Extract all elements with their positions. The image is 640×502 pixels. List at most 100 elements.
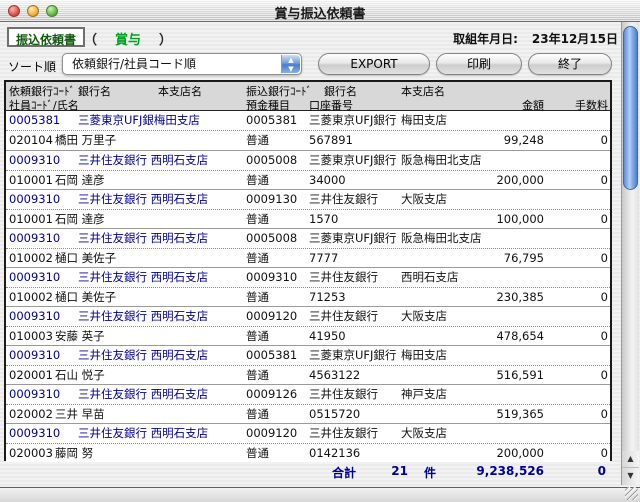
account-type: 普通	[246, 131, 269, 150]
employee-code: 020003	[9, 444, 53, 463]
amount: 516,591	[426, 366, 544, 385]
fee: 0	[554, 288, 608, 307]
employee-code: 020104	[9, 131, 53, 150]
trf-bank-name: 三菱東京UFJ銀行	[309, 346, 396, 365]
employee-name: 橋田 万里子	[55, 131, 116, 150]
trf-branch-name: 阪急梅田北支店	[401, 151, 482, 170]
employee-name: 石岡 達彦	[55, 171, 105, 190]
quit-button[interactable]: 終了	[528, 53, 612, 75]
employee-name: 樋口 美佐子	[55, 288, 116, 307]
trf-bank-name: 三井住友銀行	[309, 424, 378, 443]
req-bank-code: 0009310	[9, 190, 60, 209]
processing-date: 取組年月日: 23年12月15日	[453, 30, 618, 47]
amount: 230,385	[426, 288, 544, 307]
account-number: 1570	[309, 210, 338, 229]
trf-bank-name: 三井住友銀行	[309, 268, 378, 287]
employee-code: 020002	[9, 405, 53, 424]
print-button[interactable]: 印刷	[436, 53, 522, 75]
account-type: 普通	[246, 327, 269, 346]
table-row[interactable]: 0009310 三井住友銀行 西明石支店 0009310 三井住友銀行 西明石支…	[6, 267, 610, 306]
employee-code: 010002	[9, 249, 53, 268]
title-bar[interactable]: 賞与振込依頼書	[0, 0, 640, 22]
amount: 76,795	[426, 249, 544, 268]
account-type: 普通	[246, 444, 269, 463]
trf-bank-code: 0009120	[246, 424, 297, 443]
employee-name: 樋口 美佐子	[55, 249, 116, 268]
trf-bank-name: 三菱東京UFJ銀行	[309, 111, 396, 130]
trf-bank-code: 0009130	[246, 190, 297, 209]
req-bank-name: 三井住友銀行 西明石支店	[78, 346, 208, 365]
trf-branch-name: 神戸支店	[401, 385, 447, 404]
sort-order-select[interactable]: 依頼銀行/社員コード順 ▲▼	[62, 53, 302, 75]
total-amount: 9,238,526	[430, 464, 544, 478]
employee-name: 石山 悦子	[55, 366, 105, 385]
total-count: 21	[386, 464, 408, 478]
scroll-up-icon[interactable]: ▲	[622, 451, 639, 468]
account-type: 普通	[246, 171, 269, 190]
req-bank-code: 0009310	[9, 346, 60, 365]
employee-code: 010003	[9, 327, 53, 346]
trf-branch-name: 大阪支店	[401, 424, 447, 443]
req-bank-code: 0009310	[9, 268, 60, 287]
account-number: 7777	[309, 249, 338, 268]
fee: 0	[554, 171, 608, 190]
table-row[interactable]: 0009310 三井住友銀行 西明石支店 0005008 三菱東京UFJ銀行 阪…	[6, 150, 610, 189]
account-number: 41950	[309, 327, 346, 346]
doc-type-label: 振込依頼書	[7, 27, 85, 47]
date-value: 23年12月15日	[532, 32, 618, 46]
trf-branch-name: 梅田支店	[401, 346, 447, 365]
paren-close: ）	[159, 33, 172, 48]
scrollbar-buttons: ▲ ▼	[621, 451, 639, 485]
total-fee: 0	[556, 464, 606, 478]
vertical-scrollbar[interactable]	[621, 22, 639, 451]
amount: 200,000	[426, 171, 544, 190]
account-number: 0515720	[309, 405, 360, 424]
employee-code: 010002	[9, 288, 53, 307]
req-bank-name: 三井住友銀行 西明石支店	[78, 190, 208, 209]
resize-grip[interactable]	[625, 487, 638, 500]
trf-bank-name: 三井住友銀行	[309, 190, 378, 209]
amount: 200,000	[426, 444, 544, 463]
trf-branch-name: 西明石支店	[401, 268, 459, 287]
window-title: 賞与振込依頼書	[0, 3, 640, 22]
trf-bank-code: 0005381	[246, 346, 297, 365]
total-row: 合計 21 件 9,238,526 0	[0, 464, 612, 482]
req-bank-name: 三井住友銀行 西明石支店	[78, 385, 208, 404]
table-row[interactable]: 0005381 三菱東京UFJ銀梅田支店 0005381 三菱東京UFJ銀行 梅…	[6, 111, 610, 150]
table-body: 0005381 三菱東京UFJ銀梅田支店 0005381 三菱東京UFJ銀行 梅…	[6, 111, 610, 462]
trf-branch-name: 大阪支店	[401, 307, 447, 326]
table-row[interactable]: 0009310 三井住友銀行 西明石支店 0009130 三井住友銀行 大阪支店…	[6, 189, 610, 228]
date-label: 取組年月日:	[453, 32, 518, 46]
employee-code: 020001	[9, 366, 53, 385]
paren-open: （	[84, 33, 97, 48]
trf-bank-name: 三井住友銀行	[309, 385, 378, 404]
fee: 0	[554, 405, 608, 424]
req-bank-code: 0009310	[9, 424, 60, 443]
account-number: 0142136	[309, 444, 360, 463]
fee: 0	[554, 366, 608, 385]
window-bottom-bar	[0, 487, 640, 502]
fee: 0	[554, 249, 608, 268]
table-row[interactable]: 0009310 三井住友銀行 西明石支店 0005381 三菱東京UFJ銀行 梅…	[6, 345, 610, 384]
amount: 100,000	[426, 210, 544, 229]
employee-name: 安藤 英子	[55, 327, 105, 346]
doc-subtype: （賞与）	[84, 29, 172, 48]
trf-bank-code: 0005008	[246, 229, 297, 248]
req-bank-code: 0009310	[9, 307, 60, 326]
export-button[interactable]: EXPORT	[318, 53, 430, 75]
table-row[interactable]: 0009310 三井住友銀行 西明石支店 0009126 三井住友銀行 神戸支店…	[6, 384, 610, 423]
account-type: 普通	[246, 366, 269, 385]
col-bank-name: 銀行名	[78, 83, 111, 99]
account-number: 34000	[309, 171, 346, 190]
table-row[interactable]: 0009310 三井住友銀行 西明石支店 0005008 三菱東京UFJ銀行 阪…	[6, 228, 610, 267]
scroll-down-icon[interactable]: ▼	[622, 468, 639, 485]
account-type: 普通	[246, 210, 269, 229]
table-row[interactable]: 0009310 三井住友銀行 西明石支店 0009120 三井住友銀行 大阪支店…	[6, 423, 610, 462]
table-header: 依頼銀行ｺｰﾄﾞ 銀行名 本支店名 振込銀行ｺｰﾄﾞ 銀行名 本支店名 社員ｺｰ…	[6, 82, 610, 111]
account-type: 普通	[246, 249, 269, 268]
table-row[interactable]: 0009310 三井住友銀行 西明石支店 0009120 三井住友銀行 大阪支店…	[6, 306, 610, 345]
scrollbar-thumb[interactable]	[623, 26, 638, 190]
transfer-list-table: 依頼銀行ｺｰﾄﾞ 銀行名 本支店名 振込銀行ｺｰﾄﾞ 銀行名 本支店名 社員ｺｰ…	[4, 80, 612, 461]
total-label: 合計	[332, 464, 356, 481]
employee-name: 藤岡 努	[55, 444, 93, 463]
